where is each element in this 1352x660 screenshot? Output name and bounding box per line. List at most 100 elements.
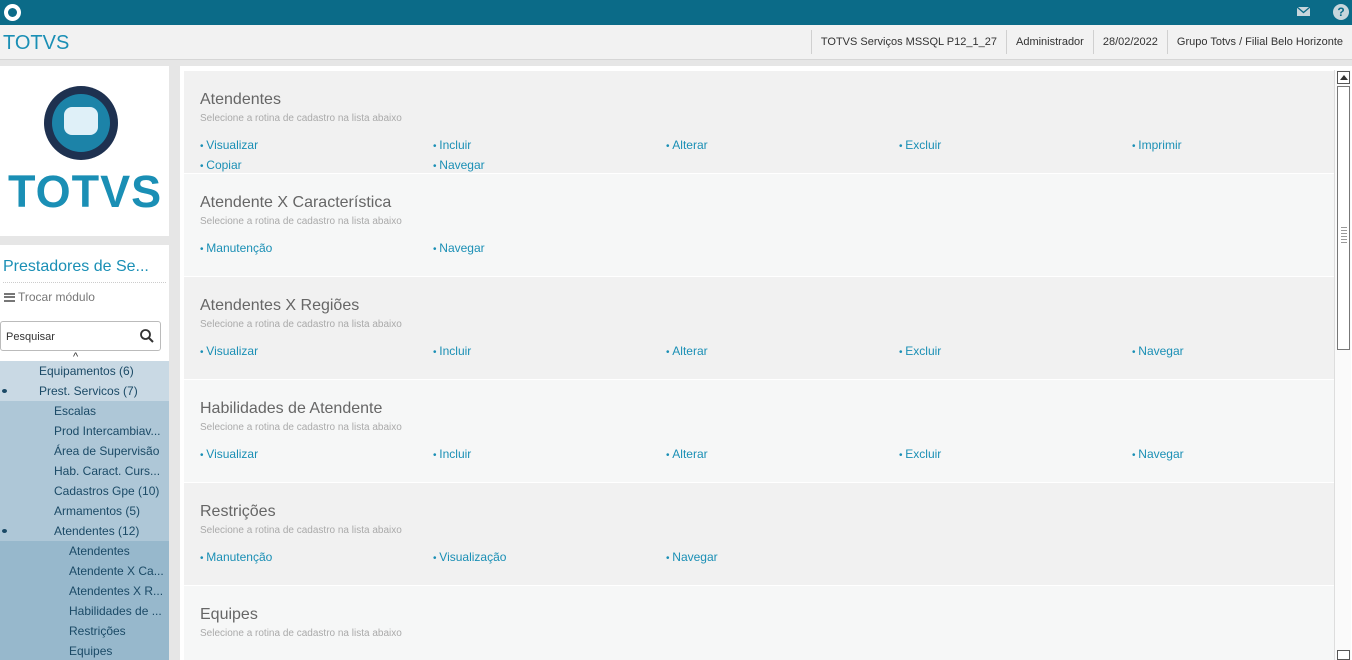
action-link[interactable]: Navegar	[666, 550, 717, 564]
tree-item[interactable]: Armamentos (5)	[0, 501, 169, 521]
module-title: Prestadores de Se...	[3, 258, 149, 275]
action-link[interactable]: Navegar	[1132, 447, 1183, 461]
tree-item-label: Hab. Caract. Curs...	[54, 464, 161, 478]
tree-item[interactable]: Habilidades de ...	[0, 601, 169, 621]
tree-item-label: Atendentes (12)	[54, 524, 140, 538]
totvs-globe-icon	[44, 86, 118, 160]
action-link[interactable]: Navegar	[433, 158, 484, 172]
action-link[interactable]: Navegar	[433, 241, 484, 255]
routine-section: Equipes Selecione a rotina de cadastro na…	[184, 586, 1334, 660]
grip-icon	[1341, 227, 1347, 243]
action-link[interactable]: Alterar	[666, 447, 707, 461]
branch-label[interactable]: Grupo Totvs / Filial Belo Horizonte	[1166, 30, 1352, 54]
tree-item[interactable]: Atendentes X R...	[0, 581, 169, 601]
section-title: Habilidades de Atendente	[200, 400, 383, 417]
tree-item-label: Cadastros Gpe (10)	[54, 484, 160, 498]
divider	[3, 282, 166, 283]
action-link[interactable]: Alterar	[666, 138, 707, 152]
action-link[interactable]: Manutenção	[200, 550, 272, 564]
switch-module-label: Trocar módulo	[18, 290, 95, 304]
session-info: TOTVS Serviços MSSQL P12_1_27 Administra…	[810, 30, 1352, 54]
section-subtitle: Selecione a rotina de cadastro na lista …	[200, 216, 402, 227]
expanded-bullet-icon[interactable]	[2, 389, 7, 393]
action-link[interactable]: Visualizar	[200, 447, 258, 461]
section-subtitle: Selecione a rotina de cadastro na lista …	[200, 113, 402, 124]
action-link[interactable]: Incluir	[433, 447, 471, 461]
tree-item[interactable]: Escalas	[0, 401, 169, 421]
tree-item-label: Atendentes X R...	[69, 584, 164, 598]
search-input[interactable]	[6, 328, 131, 346]
expanded-bullet-icon[interactable]	[2, 529, 7, 533]
routine-section: Atendente X Característica Selecione a ro…	[184, 174, 1334, 276]
sidebar-logo: TOTVS	[0, 66, 169, 236]
environment-label[interactable]: TOTVS Serviços MSSQL P12_1_27	[810, 30, 1006, 54]
help-icon[interactable]: ?	[1333, 4, 1349, 20]
search-box	[0, 321, 161, 351]
section-title: Atendentes	[200, 91, 281, 108]
tree-item[interactable]: Atendentes	[0, 541, 169, 561]
scroll-thumb[interactable]	[1337, 86, 1350, 350]
action-link[interactable]: Navegar	[1132, 344, 1183, 358]
tree-item[interactable]: Atendente X Ca...	[0, 561, 169, 581]
mail-icon[interactable]	[1296, 4, 1311, 19]
routine-section: Restrições Selecione a rotina de cadastro…	[184, 483, 1334, 585]
routine-section: Atendentes Selecione a rotina de cadastro…	[184, 71, 1334, 173]
search-icon[interactable]	[139, 328, 155, 344]
tree-item[interactable]: Equipes	[0, 641, 169, 660]
action-link[interactable]: Visualização	[433, 550, 506, 564]
routine-section: Atendentes X Regiões Selecione a rotina d…	[184, 277, 1334, 379]
module-tree: Equipamentos (6) Prest. Servicos (7) Escal…	[0, 361, 169, 660]
section-title: Atendentes X Regiões	[200, 297, 360, 314]
section-title: Restrições	[200, 503, 276, 520]
tree-item-label: Escalas	[54, 404, 97, 418]
section-subtitle: Selecione a rotina de cadastro na lista …	[200, 628, 402, 639]
tree-item[interactable]: Hab. Caract. Curs...	[0, 461, 169, 481]
tree-item-label: Armamentos (5)	[54, 504, 141, 518]
brand-title: TOTVS	[3, 32, 70, 54]
logo-wordmark: TOTVS	[8, 166, 163, 217]
tree-item-label: Prest. Servicos (7)	[39, 384, 138, 398]
section-subtitle: Selecione a rotina de cadastro na lista …	[200, 319, 402, 330]
main-scrollbar[interactable]	[1334, 70, 1351, 660]
tree-item-label: Atendentes	[69, 544, 130, 558]
action-link[interactable]: Copiar	[200, 158, 241, 172]
scroll-down-arrow-icon[interactable]	[1337, 650, 1350, 660]
tree-item[interactable]: Prest. Servicos (7)	[0, 381, 169, 401]
action-link[interactable]: Incluir	[433, 138, 471, 152]
tree-item-label: Equipes	[69, 644, 113, 658]
tree-item[interactable]: Prod Intercambiav...	[0, 421, 169, 441]
tree-item[interactable]: Cadastros Gpe (10)	[0, 481, 169, 501]
action-link[interactable]: Visualizar	[200, 138, 258, 152]
tree-item-label: Atendente X Ca...	[69, 564, 164, 578]
tree-item-label: Restrições	[69, 624, 126, 638]
main-content: Atendentes Selecione a rotina de cadastro…	[180, 66, 1352, 660]
header-bar: TOTVS TOTVS Serviços MSSQL P12_1_27 Admi…	[0, 25, 1352, 60]
top-bar: ?	[0, 0, 1352, 25]
routine-section: Habilidades de Atendente Selecione a roti…	[184, 380, 1334, 482]
tree-item-label: Equipamentos (6)	[39, 364, 134, 378]
tree-item[interactable]: Equipamentos (6)	[0, 361, 169, 381]
section-title: Equipes	[200, 606, 258, 623]
tree-item[interactable]: Atendentes (12)	[0, 521, 169, 541]
action-link[interactable]: Alterar	[666, 344, 707, 358]
tree-item-label: Prod Intercambiav...	[54, 424, 161, 438]
user-label[interactable]: Administrador	[1005, 30, 1093, 54]
action-link[interactable]: Excluir	[899, 138, 941, 152]
switch-module-button[interactable]: Trocar módulo	[4, 290, 95, 304]
scroll-up-arrow-icon[interactable]	[1337, 71, 1350, 84]
tree-item-label: Área de Supervisão	[54, 444, 160, 458]
action-link[interactable]: Manutenção	[200, 241, 272, 255]
totvs-logo-icon[interactable]	[4, 4, 21, 21]
tree-item[interactable]: Área de Supervisão	[0, 441, 169, 461]
action-link[interactable]: Imprimir	[1132, 138, 1181, 152]
section-subtitle: Selecione a rotina de cadastro na lista …	[200, 422, 402, 433]
date-label[interactable]: 28/02/2022	[1092, 30, 1167, 54]
section-title: Atendente X Característica	[200, 194, 392, 211]
action-link[interactable]: Visualizar	[200, 344, 258, 358]
action-link[interactable]: Incluir	[433, 344, 471, 358]
tree-item-label: Habilidades de ...	[69, 604, 162, 618]
tree-item[interactable]: Restrições	[0, 621, 169, 641]
action-link[interactable]: Excluir	[899, 344, 941, 358]
action-link[interactable]: Excluir	[899, 447, 941, 461]
hamburger-icon	[4, 292, 15, 302]
